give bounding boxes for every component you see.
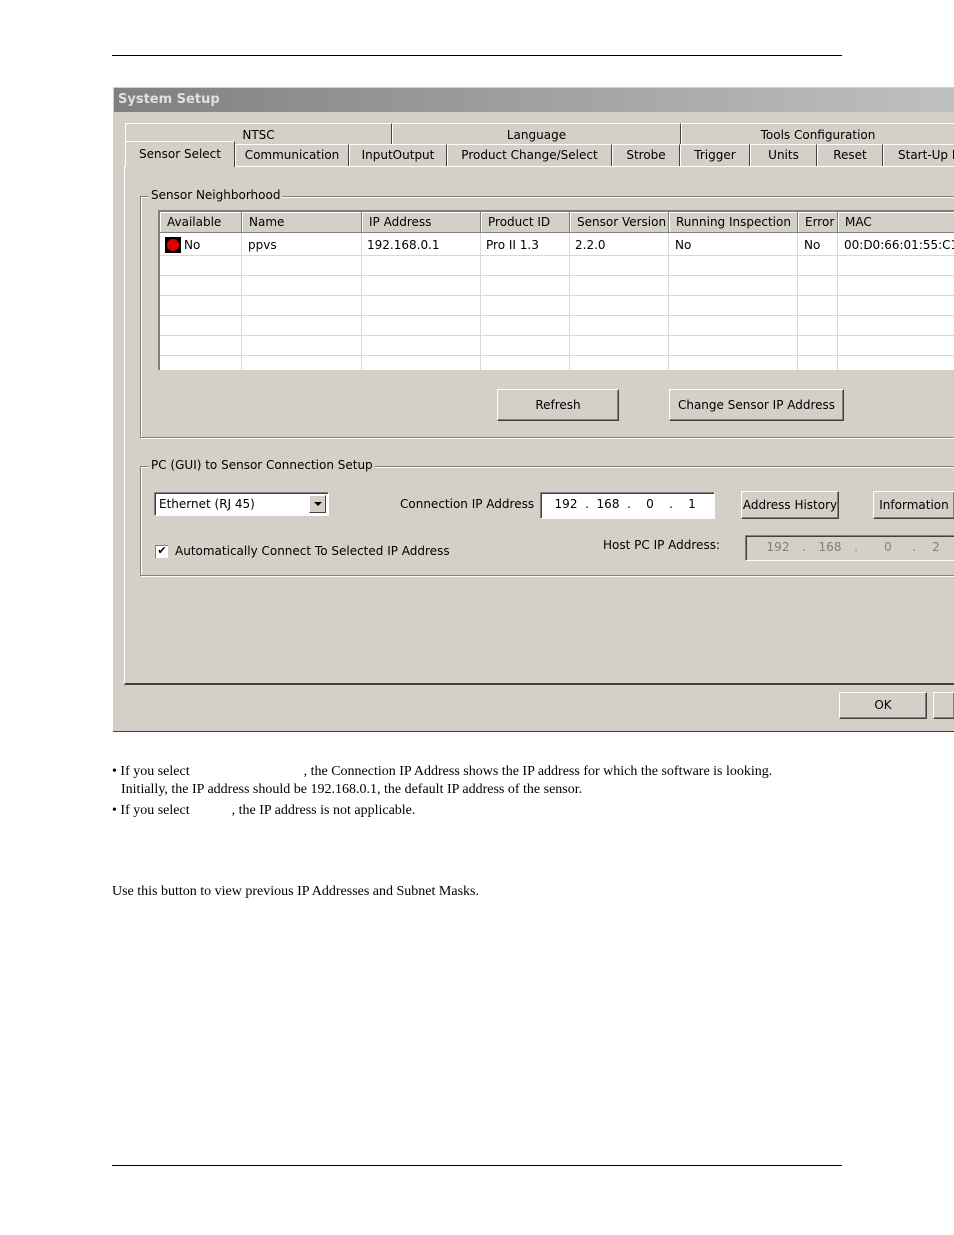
auto-connect-label[interactable]: Automatically Connect To Selected IP Add…	[175, 544, 450, 558]
connection-type-value: Ethernet (RJ 45)	[159, 497, 255, 511]
tab-units[interactable]: Units	[750, 144, 817, 166]
refresh-button-label: Refresh	[535, 398, 581, 412]
ip-octet: 168	[596, 497, 620, 511]
tab-label: Sensor Select	[139, 147, 221, 161]
cell-error: No	[804, 238, 821, 252]
ip-dot: .	[802, 540, 806, 554]
tab-inputoutput[interactable]: InputOutput	[349, 144, 447, 166]
ip-octet: 0	[646, 497, 654, 511]
change-sensor-ip-button-label: Change Sensor IP Address	[677, 398, 836, 412]
status-indicator-icon	[165, 237, 181, 253]
tab-communication[interactable]: Communication	[235, 144, 349, 166]
tab-label: Communication	[244, 148, 340, 162]
tab-label: Trigger	[694, 148, 736, 162]
cell-sensor-version: 2.2.0	[575, 238, 606, 252]
tab-reset[interactable]: Reset	[817, 144, 883, 166]
grid-line	[160, 355, 954, 356]
footer-rule	[112, 1165, 842, 1166]
ip-octet: 0	[884, 540, 892, 554]
tab-trigger[interactable]: Trigger	[680, 144, 750, 166]
bullet-2-text: , the IP address is not applicable.	[231, 803, 416, 818]
ok-button[interactable]: OK	[839, 692, 927, 719]
connection-ip-label: Connection IP Address	[400, 497, 535, 511]
connection-type-select[interactable]: Ethernet (RJ 45)	[154, 492, 329, 516]
tab-strobe[interactable]: Strobe	[612, 144, 680, 166]
table-row[interactable]: No ppvs 192.168.0.1 Pro II 1.3 2.2.0 No …	[160, 212, 954, 256]
grid-line	[160, 295, 954, 296]
bullet-1-text: , the Connection IP Address shows the IP…	[303, 764, 773, 779]
ip-octet: 1	[688, 497, 696, 511]
cell-running-inspection: No	[675, 238, 692, 252]
cancel-button[interactable]	[933, 692, 954, 719]
bullet-1-continued: Initially, the IP address should be 192.…	[121, 782, 583, 797]
bullet-2-prefix: • If you select	[112, 803, 190, 818]
tab-tools-configuration-label: Tools Configuration	[760, 128, 876, 142]
ok-button-label: OK	[874, 698, 892, 712]
header-rule	[112, 55, 842, 56]
tab-label: Reset	[833, 148, 867, 162]
address-history-button-label: Address History	[742, 498, 838, 512]
grid-line	[160, 335, 954, 336]
sensor-neighborhood-title: Sensor Neighborhood	[149, 188, 283, 202]
bullet-1-prefix: • If you select	[112, 764, 190, 779]
chevron-down-icon[interactable]	[309, 495, 326, 513]
ip-dot: .	[627, 497, 631, 511]
auto-connect-checkbox[interactable]: ✔	[155, 545, 168, 558]
ip-octet: 2	[932, 540, 940, 554]
address-history-description: Use this button to view previous IP Addr…	[112, 884, 479, 899]
tab-language-label: Language	[506, 128, 567, 142]
information-button-label: Information	[879, 498, 949, 512]
ip-dot: .	[912, 540, 916, 554]
tab-product-change-select[interactable]: Product Change/Select	[447, 144, 612, 166]
tab-ntsc-label: NTSC	[242, 128, 275, 142]
tab-label: InputOutput	[361, 148, 435, 162]
bullet-1: • If you select , the Connection IP Addre…	[112, 764, 772, 780]
grid-line	[160, 315, 954, 316]
ip-dot: .	[585, 497, 589, 511]
bullet-2: • If you select , the IP address is not a…	[112, 803, 415, 819]
address-history-button[interactable]: Address History	[741, 491, 839, 519]
tab-start-up[interactable]: Start-Up Ir	[883, 144, 954, 166]
ip-octet: 168	[818, 540, 842, 554]
tab-label: Units	[768, 148, 799, 162]
ip-octet: 192	[766, 540, 790, 554]
window-title[interactable]: System Setup	[114, 88, 954, 112]
cell-mac: 00:D0:66:01:55:C1	[844, 238, 954, 252]
information-button[interactable]: Information	[873, 491, 954, 519]
tab-tools-configuration[interactable]: Tools Configuration	[681, 123, 954, 144]
tab-label: Strobe	[626, 148, 666, 162]
tab-sensor-select[interactable]: Sensor Select	[125, 141, 235, 167]
change-sensor-ip-button[interactable]: Change Sensor IP Address	[669, 389, 844, 421]
ip-dot: .	[854, 540, 858, 554]
host-pc-ip-field: 192 . 168 . 0 . 2	[745, 535, 954, 561]
cell-ip-address: 192.168.0.1	[367, 238, 440, 252]
ip-octet: 192	[554, 497, 578, 511]
ip-dot: .	[669, 497, 673, 511]
cell-available: No	[184, 238, 201, 252]
connection-ip-field[interactable]: 192 . 168 . 0 . 1	[540, 492, 715, 519]
refresh-button[interactable]: Refresh	[497, 389, 619, 421]
cell-name: ppvs	[248, 238, 277, 252]
host-pc-ip-label: Host PC IP Address:	[603, 538, 720, 552]
tab-label: Product Change/Select	[461, 148, 598, 162]
cell-product-id: Pro II 1.3	[486, 238, 539, 252]
tab-language[interactable]: Language	[392, 123, 681, 144]
tab-label: Start-Up Ir	[898, 148, 954, 162]
connection-setup-title: PC (GUI) to Sensor Connection Setup	[149, 458, 375, 472]
grid-line	[160, 275, 954, 276]
sensor-table[interactable]: Available Name IP Address Product ID Sen…	[158, 210, 954, 370]
